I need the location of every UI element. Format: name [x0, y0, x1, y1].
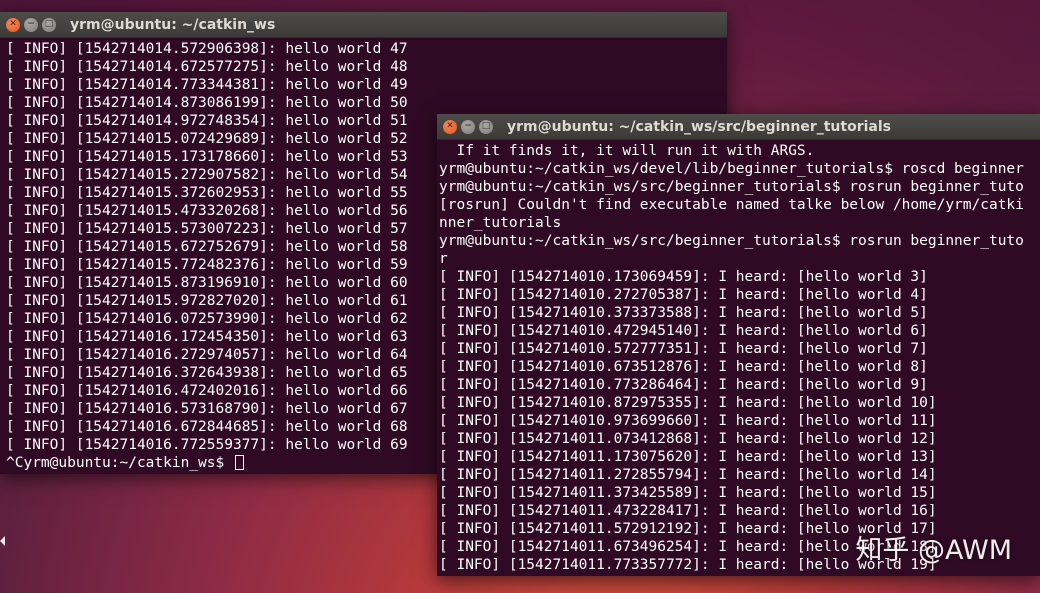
terminal-line: yrm@ubuntu:~/catkin_ws/src/beginner_tuto… — [439, 233, 1024, 249]
window-title: yrm@ubuntu: ~/catkin_ws — [70, 16, 276, 33]
terminal-line: yrm@ubuntu:~/catkin_ws/src/beginner_tuto… — [439, 179, 1024, 195]
terminal-line: [ INFO] [1542714014.572906398]: hello wo… — [6, 41, 408, 57]
launcher-arrow-icon — [0, 536, 5, 546]
window-title: yrm@ubuntu: ~/catkin_ws/src/beginner_tut… — [507, 118, 891, 135]
terminal-line: [ INFO] [1542714014.873086199]: hello wo… — [6, 95, 408, 111]
text-cursor — [234, 455, 244, 470]
terminal-line: [ INFO] [1542714010.773286464]: I heard:… — [439, 377, 928, 393]
prompt-text: ^Cyrm@ubuntu:~/catkin_ws$ — [6, 455, 233, 471]
terminal-line: yrm@ubuntu:~/catkin_ws/devel/lib/beginne… — [439, 161, 1024, 177]
terminal-line: [ INFO] [1542714010.872975355]: I heard:… — [439, 395, 937, 411]
maximize-icon[interactable]: □ — [42, 17, 56, 32]
terminal-line: [ INFO] [1542714010.373373588]: I heard:… — [439, 305, 928, 321]
terminal-line: [ INFO] [1542714014.773344381]: hello wo… — [6, 77, 408, 93]
terminal-line: [ INFO] [1542714010.673512876]: I heard:… — [439, 359, 928, 375]
window-titlebar[interactable]: ✕ − □ yrm@ubuntu: ~/catkin_ws/src/beginn… — [437, 114, 1040, 140]
close-icon[interactable]: ✕ — [6, 17, 20, 32]
terminal-line: [ INFO] [1542714010.272705387]: I heard:… — [439, 287, 928, 303]
terminal-line: [ INFO] [1542714010.973699660]: I heard:… — [439, 413, 937, 429]
minimize-icon[interactable]: − — [24, 17, 38, 32]
watermark-text: 知乎 @AWM — [855, 535, 1012, 566]
terminal-line: r — [439, 251, 448, 267]
terminal-line: nner_tutorials — [439, 215, 562, 231]
terminal-line: [ INFO] [1542714011.473228417]: I heard:… — [439, 503, 937, 519]
minimize-icon[interactable]: − — [461, 119, 475, 134]
terminal-line: [ INFO] [1542714010.173069459]: I heard:… — [439, 269, 928, 285]
maximize-icon[interactable]: □ — [479, 119, 493, 134]
terminal-output[interactable]: If it finds it, it will run it with ARGS… — [437, 140, 1040, 574]
terminal-line: [ INFO] [1542714011.272855794]: I heard:… — [439, 467, 937, 483]
terminal-line: If it finds it, it will run it with ARGS… — [439, 143, 815, 159]
terminal-line: [ INFO] [1542714011.073412868]: I heard:… — [439, 431, 937, 447]
window-titlebar[interactable]: ✕ − □ yrm@ubuntu: ~/catkin_ws — [0, 12, 727, 38]
terminal-line: [rosrun] Couldn't find executable named … — [439, 197, 1024, 213]
terminal-line: [ INFO] [1542714011.173075620]: I heard:… — [439, 449, 937, 465]
terminal-line: [ INFO] [1542714010.472945140]: I heard:… — [439, 323, 928, 339]
terminal-window-beginner-tutorials[interactable]: ✕ − □ yrm@ubuntu: ~/catkin_ws/src/beginn… — [437, 114, 1040, 576]
terminal-line: [ INFO] [1542714011.373425589]: I heard:… — [439, 485, 937, 501]
close-icon[interactable]: ✕ — [443, 119, 457, 134]
terminal-line: [ INFO] [1542714010.572777351]: I heard:… — [439, 341, 928, 357]
terminal-line: [ INFO] [1542714014.672577275]: hello wo… — [6, 59, 408, 75]
